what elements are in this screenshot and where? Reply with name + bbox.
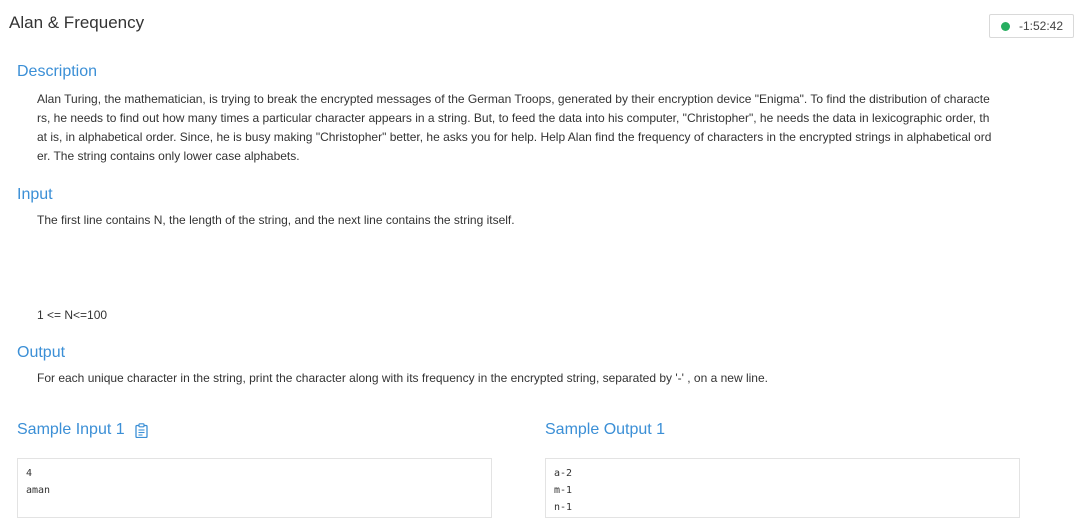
- countdown-timer: -1:52:42: [989, 14, 1074, 38]
- sample-output-line: a-2: [554, 468, 573, 479]
- description-line: er. The string contains only lower case …: [37, 149, 300, 163]
- clipboard-icon[interactable]: [134, 422, 148, 438]
- timer-status-dot: [1001, 21, 1010, 31]
- problem-title: Alan & Frequency: [9, 13, 145, 32]
- sample-output-box: a-2 m-1 n-1: [545, 458, 1020, 518]
- sample-input-heading: Sample Input 1: [17, 421, 148, 439]
- sample-input-heading-label: Sample Input 1: [17, 421, 125, 438]
- input-heading: Input: [17, 186, 53, 203]
- sample-output-heading: Sample Output 1: [545, 421, 665, 439]
- description-line: rs, he needs to find out how many times …: [37, 111, 990, 125]
- output-heading: Output: [17, 344, 66, 361]
- output-text: For each unique character in the string,…: [37, 371, 768, 385]
- sample-input-line: 4: [26, 468, 33, 479]
- description-line: at is, in alphabetical order. Since, he …: [37, 130, 992, 144]
- sample-input-box: 4 aman: [17, 458, 492, 518]
- sample-output-line: m-1: [554, 485, 573, 496]
- input-constraint: 1 <= N<=100: [37, 308, 108, 322]
- problem-page: Alan & Frequency -1:52:42 Description Al…: [0, 0, 1092, 528]
- sample-output-line: n-1: [554, 502, 573, 513]
- sample-output-heading-label: Sample Output 1: [545, 421, 666, 438]
- description-line: Alan Turing, the mathematician, is tryin…: [37, 92, 990, 106]
- timer-value: -1:52:42: [1019, 19, 1064, 33]
- description-heading: Description: [17, 63, 98, 80]
- sample-input-line: aman: [26, 485, 51, 496]
- input-text: The first line contains N, the length of…: [37, 213, 515, 227]
